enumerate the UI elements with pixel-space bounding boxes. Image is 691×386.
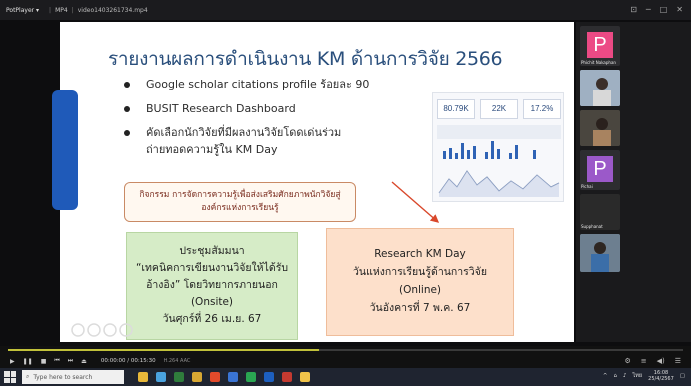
avatar: P (587, 156, 613, 182)
avatar: P (587, 32, 613, 58)
format-label: MP4 (55, 6, 68, 14)
search-icon: ⌕ (26, 373, 30, 380)
network-icon[interactable]: ⌂ (614, 373, 618, 379)
chevron-down-icon: ▾ (36, 6, 40, 14)
seek-progress (8, 349, 319, 351)
participant-name: Phichit Nakaphan (581, 60, 616, 65)
screen: PotPlayer ▾ | MP4 | video1403261734.mp4 … (0, 0, 691, 386)
file-explorer-icon[interactable] (192, 372, 202, 382)
slide-accent-bar (52, 90, 78, 210)
separator: | (49, 6, 52, 14)
play-icon[interactable]: ▶ (10, 358, 15, 365)
volume-tray-icon[interactable]: ♪ (623, 373, 627, 379)
participants-panel: P Phichit Nakaphan P Pichai Supphanat (576, 22, 691, 342)
minimize-button[interactable]: ─ (646, 5, 651, 14)
taskbar: ⌕ Type here to search ^ ⌂ ♪ ไทย 16:08 25… (0, 368, 691, 386)
seek-bar[interactable] (0, 346, 691, 354)
clock[interactable]: 16:08 25/4/2567 (648, 370, 674, 382)
system-tray: ^ ⌂ ♪ ไทย 16:08 25/4/2567 ▢ (603, 370, 685, 382)
participant-video (580, 234, 620, 272)
presentation-slide: รายงานผลการดำเนินงาน KM ด้านการวิจัย 256… (60, 22, 574, 342)
playback-controls: ▶ ❚❚ ■ ⏮ ⏭ ⏏ 00:00:00 / 00:15:30 H.264 A… (0, 354, 691, 368)
tray-chevron-icon[interactable]: ^ (603, 373, 608, 379)
task-view-icon[interactable] (156, 372, 166, 382)
eject-icon[interactable]: ⏏ (81, 358, 87, 365)
previous-icon[interactable]: ⏮ (54, 357, 59, 365)
file-name: video1403261734.mp4 (77, 6, 148, 14)
stop-icon[interactable]: ■ (41, 358, 47, 365)
mail-icon[interactable] (228, 372, 238, 382)
app-name: PotPlayer (6, 6, 35, 14)
participant-tile[interactable]: P Pichai (580, 150, 620, 190)
participant-video (580, 70, 620, 106)
word-icon[interactable] (264, 372, 274, 382)
separator: | (71, 6, 74, 14)
settings-icon[interactable]: ⚙ (624, 357, 630, 365)
arrow-annotation (391, 181, 440, 223)
taskbar-search[interactable]: ⌕ Type here to search (22, 370, 124, 384)
participant-name: Pichai (581, 184, 593, 189)
next-icon[interactable]: ⏭ (68, 357, 73, 365)
chrome-icon[interactable] (210, 372, 220, 382)
volume-icon[interactable]: ◀) (657, 357, 665, 365)
flowers-app-icon[interactable] (138, 372, 148, 382)
menu-icon[interactable]: ☰ (675, 357, 681, 365)
maximize-button[interactable]: □ (660, 5, 668, 14)
windows-start-icon[interactable] (4, 371, 16, 383)
language-indicator[interactable]: ไทย (633, 372, 643, 380)
pause-icon[interactable]: ❚❚ (23, 358, 33, 365)
player-options: ⚙ ≡ ◀) ☰ (624, 357, 681, 365)
subtitle-icon[interactable]: ≡ (641, 357, 647, 365)
playback-time: 00:00:00 / 00:15:30 (100, 358, 156, 364)
app-menu-button[interactable]: PotPlayer ▾ (6, 7, 39, 14)
participant-tile[interactable]: P Phichit Nakaphan (580, 26, 620, 66)
pin-icon[interactable]: ⊡ (630, 5, 637, 14)
taskbar-apps (138, 372, 310, 382)
close-button[interactable]: ✕ (676, 5, 683, 14)
codec-info: H.264 AAC (163, 358, 191, 364)
participant-tile[interactable]: Supphanat (580, 194, 620, 230)
participant-video-tile[interactable] (580, 234, 620, 272)
edge-browser-icon[interactable] (174, 372, 184, 382)
participant-video-tile[interactable] (580, 110, 620, 146)
participant-name: Supphanat (581, 224, 603, 229)
participant-video (580, 110, 620, 146)
player-titlebar: PotPlayer ▾ | MP4 | video1403261734.mp4 … (0, 0, 691, 20)
participant-video-tile[interactable] (580, 70, 620, 106)
potplayer-icon[interactable] (300, 372, 310, 382)
clock-date: 25/4/2567 (648, 376, 674, 382)
powerpoint-icon[interactable] (282, 372, 292, 382)
window-controls: ⊡ ─ □ ✕ (630, 5, 683, 14)
notifications-icon[interactable]: ▢ (680, 373, 685, 379)
watermark-circles (71, 323, 133, 337)
search-placeholder: Type here to search (33, 373, 93, 381)
line-app-icon[interactable] (246, 372, 256, 382)
